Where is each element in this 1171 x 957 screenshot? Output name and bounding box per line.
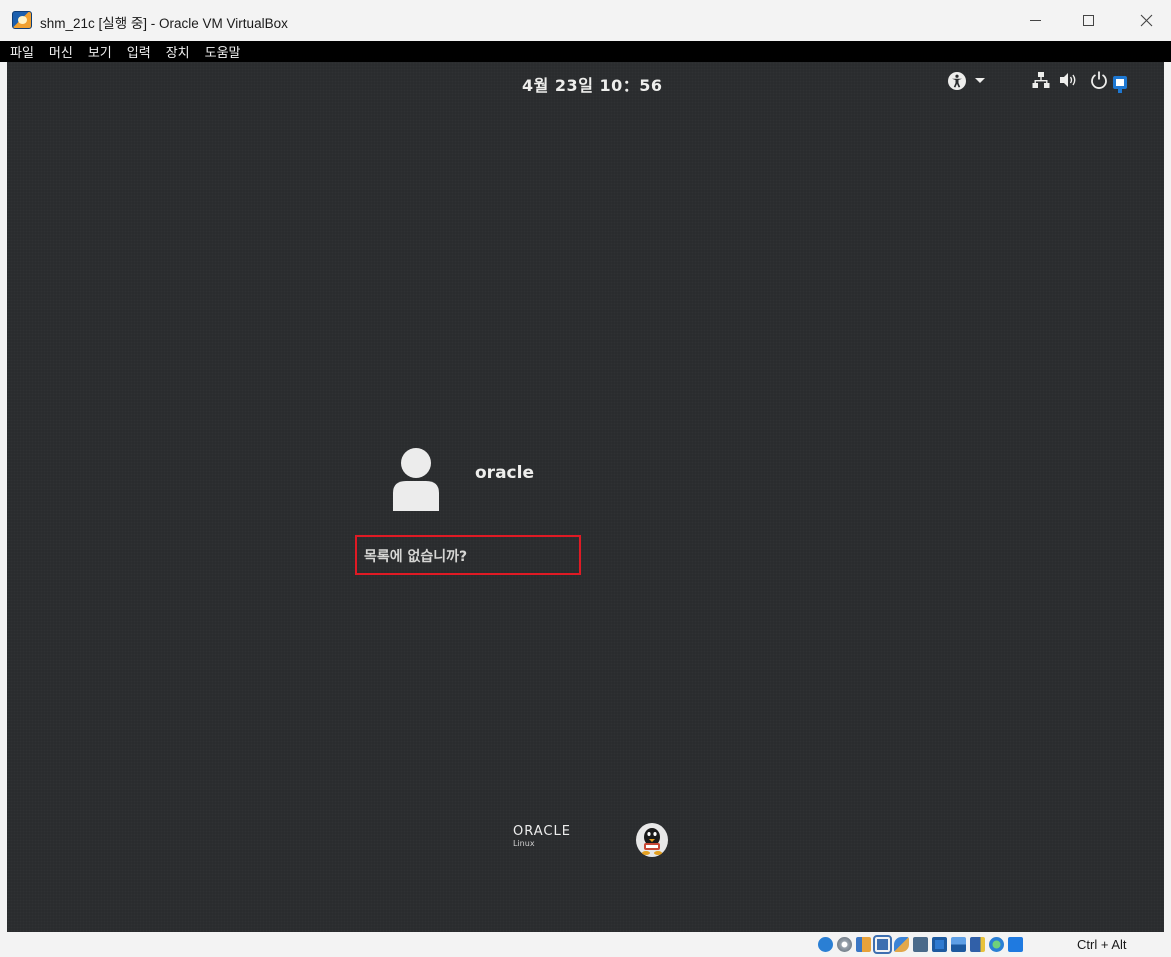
menu-file[interactable]: 파일 <box>10 42 34 61</box>
maximize-icon <box>1082 15 1094 26</box>
host-key-label: Ctrl + Alt <box>1077 937 1127 952</box>
power-icon[interactable] <box>1090 71 1108 89</box>
oracle-linux-logo: ORACLE Linux <box>513 825 571 849</box>
accessibility-icon[interactable] <box>947 71 967 91</box>
status-icons <box>818 935 1027 954</box>
cpu-icon[interactable] <box>989 937 1004 952</box>
keyboard-capture-icon[interactable] <box>1008 937 1023 952</box>
menu-help[interactable]: 도움말 <box>205 42 241 61</box>
top-bar-clock[interactable]: 4월 23일 10：56 <box>522 72 663 96</box>
recording-icon[interactable] <box>951 937 966 952</box>
tux-penguin-icon <box>636 823 668 857</box>
virtualbox-statusbar: Ctrl + Alt <box>0 932 1171 957</box>
disk-icon[interactable] <box>818 937 833 952</box>
network-adapter-icon[interactable] <box>873 935 892 954</box>
menu-input[interactable]: 입력 <box>127 42 151 61</box>
not-listed-link[interactable]: 목록에 없습니까? <box>364 546 467 566</box>
vm-icon[interactable] <box>970 937 985 952</box>
dropdown-arrow-icon[interactable] <box>975 78 985 83</box>
virtualbox-app-icon[interactable] <box>12 11 32 29</box>
user-name-oracle[interactable]: oracle <box>475 463 534 483</box>
audio-icon[interactable] <box>856 937 871 952</box>
volume-icon[interactable] <box>1059 71 1079 89</box>
maximize-button[interactable] <box>1066 0 1110 41</box>
linux-wordmark: Linux <box>513 839 535 848</box>
network-icon[interactable] <box>1032 71 1050 89</box>
menu-devices[interactable]: 장치 <box>166 42 190 61</box>
window-title: shm_21c [실행 중] - Oracle VM VirtualBox <box>40 16 288 31</box>
display-icon[interactable] <box>932 937 947 952</box>
optical-icon[interactable] <box>837 937 852 952</box>
user-avatar-icon[interactable] <box>390 447 442 511</box>
menu-machine[interactable]: 머신 <box>49 42 73 61</box>
oracle-wordmark: ORACLE <box>513 824 571 839</box>
menu-view[interactable]: 보기 <box>88 42 112 61</box>
shared-folder-icon[interactable] <box>913 937 928 952</box>
close-button[interactable] <box>1124 0 1168 41</box>
window-titlebar[interactable]: shm_21c [실행 중] - Oracle VM VirtualBox <box>0 0 1171 41</box>
not-listed-highlight: 목록에 없습니까? <box>355 535 581 575</box>
close-icon <box>1140 14 1152 27</box>
guest-screen[interactable]: 4월 23일 10：56 oracle 목록에 없습니까? ORACLE Lin… <box>7 62 1164 932</box>
minimize-icon <box>1029 20 1041 21</box>
usb-icon[interactable] <box>894 937 909 952</box>
menu-bar: 파일 머신 보기 입력 장치 도움말 <box>0 41 1171 62</box>
minimize-button[interactable] <box>1013 0 1057 41</box>
notification-icon[interactable] <box>1113 76 1127 94</box>
